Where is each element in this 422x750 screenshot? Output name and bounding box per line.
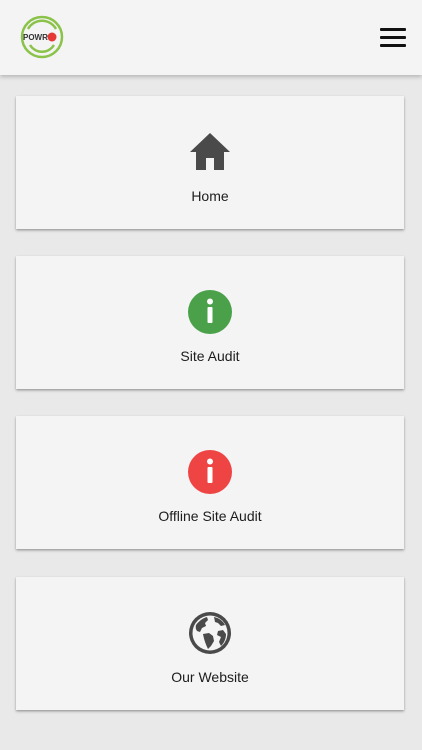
menu-card-label: Our Website xyxy=(171,669,249,685)
hamburger-menu-icon-bar xyxy=(380,44,406,47)
app-header: POWR xyxy=(0,0,422,75)
info-icon xyxy=(188,450,232,494)
powr-logo[interactable]: POWR xyxy=(20,15,64,59)
menu-card-label: Site Audit xyxy=(180,348,240,364)
menu-card-label: Home xyxy=(191,188,229,204)
hamburger-menu-icon-bar xyxy=(380,36,406,39)
hamburger-menu-icon-bar xyxy=(380,28,406,31)
menu-card-site-audit[interactable]: Site Audit xyxy=(16,256,404,389)
menu-card-our-website[interactable]: Our Website xyxy=(16,577,404,710)
logo-text: POWR xyxy=(23,33,48,42)
globe-icon xyxy=(188,611,232,655)
menu-card-home[interactable]: Home xyxy=(16,96,404,229)
menu-card-label: Offline Site Audit xyxy=(158,508,262,524)
powr-logo-icon: POWR xyxy=(20,15,64,59)
menu-card-offline-site-audit[interactable]: Offline Site Audit xyxy=(16,416,404,549)
home-icon xyxy=(188,130,232,174)
info-icon xyxy=(188,290,232,334)
hamburger-menu-button[interactable] xyxy=(378,25,408,49)
